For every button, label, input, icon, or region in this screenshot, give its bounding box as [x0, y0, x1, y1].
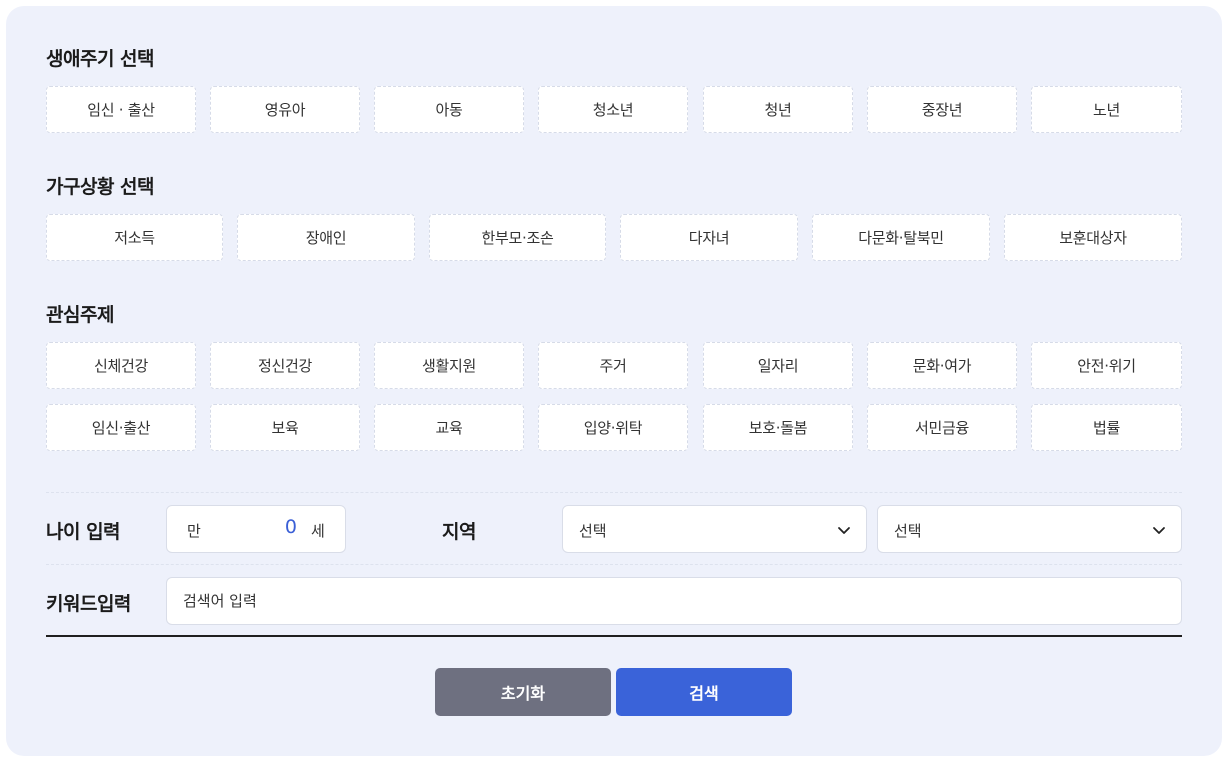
interest-chip[interactable]: 보육 [210, 404, 360, 451]
reset-button[interactable]: 초기화 [435, 668, 611, 716]
life-cycle-title: 생애주기 선택 [46, 48, 155, 70]
age-prefix: 만 [187, 522, 201, 540]
life-cycle-chip-middle-age[interactable]: 중장년 [867, 86, 1017, 133]
interest-chip[interactable]: 정신건강 [210, 342, 360, 389]
form-bottom-line [46, 635, 1182, 637]
age-label: 나이 입력 [46, 521, 121, 543]
divider [46, 492, 1182, 493]
region-label: 지역 [442, 521, 476, 543]
chevron-down-icon [838, 527, 850, 534]
interest-chip[interactable]: 법률 [1031, 404, 1182, 451]
age-value[interactable]: 0 [237, 516, 297, 538]
region-select-province-value: 선택 [579, 522, 607, 540]
interest-chip[interactable]: 임신·출산 [46, 404, 196, 451]
interest-chip[interactable]: 보호·돌봄 [703, 404, 853, 451]
household-chip-multicultural[interactable]: 다문화·탈북민 [812, 214, 990, 261]
interest-chip[interactable]: 일자리 [703, 342, 853, 389]
life-cycle-chip-pregnancy[interactable]: 임신 · 출산 [46, 86, 196, 133]
interest-chip[interactable]: 입양·위탁 [538, 404, 688, 451]
life-cycle-chip-infant[interactable]: 영유아 [210, 86, 360, 133]
household-chip-single-parent[interactable]: 한부모·조손 [429, 214, 606, 261]
keyword-search-input[interactable] [166, 577, 1182, 625]
region-select-province[interactable]: 선택 [562, 505, 867, 553]
search-button[interactable]: 검색 [616, 668, 792, 716]
interest-chip[interactable]: 서민금융 [867, 404, 1017, 451]
interest-chip[interactable]: 신체건강 [46, 342, 196, 389]
life-cycle-chip-teen[interactable]: 청소년 [538, 86, 688, 133]
household-title: 가구상황 선택 [46, 176, 155, 198]
interest-title: 관심주제 [46, 304, 114, 326]
household-chip-low-income[interactable]: 저소득 [46, 214, 223, 261]
life-cycle-chip-senior[interactable]: 노년 [1031, 86, 1182, 133]
household-chip-disabled[interactable]: 장애인 [237, 214, 415, 261]
life-cycle-chip-youth[interactable]: 청년 [703, 86, 853, 133]
region-select-city-value: 선택 [894, 522, 922, 540]
interest-chip[interactable]: 교육 [374, 404, 524, 451]
household-chip-veteran[interactable]: 보훈대상자 [1004, 214, 1182, 261]
search-filter-panel: 생애주기 선택 임신 · 출산 영유아 아동 청소년 청년 중장년 노년 가구상… [6, 6, 1222, 756]
life-cycle-chip-child[interactable]: 아동 [374, 86, 524, 133]
interest-chip[interactable]: 주거 [538, 342, 688, 389]
keyword-label: 키워드입력 [46, 593, 131, 615]
chevron-down-icon [1153, 527, 1165, 534]
interest-chip[interactable]: 문화·여가 [867, 342, 1017, 389]
divider [46, 564, 1182, 565]
interest-chip[interactable]: 생활지원 [374, 342, 524, 389]
household-chip-multi-child[interactable]: 다자녀 [620, 214, 798, 261]
interest-chip[interactable]: 안전·위기 [1031, 342, 1182, 389]
region-select-city[interactable]: 선택 [877, 505, 1182, 553]
age-suffix: 세 [311, 522, 325, 540]
age-input-box[interactable]: 만 0 세 [166, 505, 346, 553]
